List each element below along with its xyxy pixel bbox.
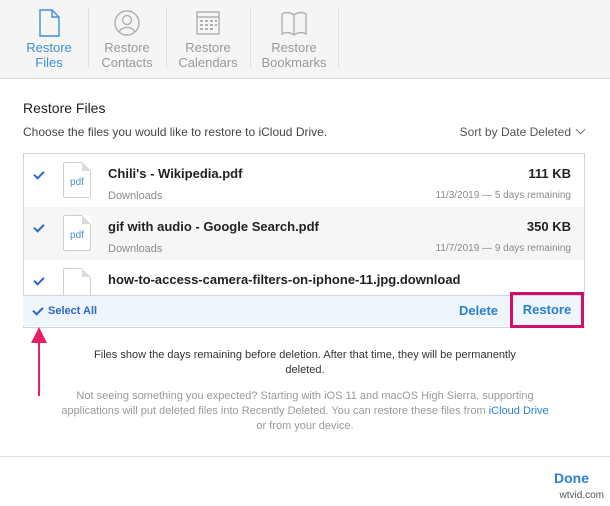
sort-dropdown[interactable]: Sort by Date Deleted bbox=[459, 124, 586, 139]
section-title: Restore Files bbox=[23, 100, 106, 116]
file-row[interactable]: pdf gif with audio - Google Search.pdf 3… bbox=[24, 207, 584, 260]
file-name: Chili's - Wikipedia.pdf bbox=[108, 166, 243, 181]
file-extension: pdf bbox=[70, 230, 84, 241]
file-deleted-date: 11/3/2019 — 5 days remaining bbox=[435, 190, 571, 201]
tab-restore-calendars[interactable]: Restore Calendars bbox=[166, 0, 250, 78]
done-button[interactable]: Done bbox=[554, 470, 589, 486]
chevron-down-icon bbox=[575, 124, 586, 135]
file-deleted-date: 11/7/2019 — 9 days remaining bbox=[435, 243, 571, 254]
watermark: wtvid.com bbox=[559, 490, 604, 501]
icloud-drive-link[interactable]: iCloud Drive bbox=[489, 405, 549, 417]
calendar-icon bbox=[196, 11, 220, 35]
delete-button[interactable]: Delete bbox=[459, 303, 498, 318]
retention-note: Files show the days remaining before del… bbox=[94, 349, 516, 376]
tab-separator bbox=[338, 8, 339, 68]
file-size: 111 KB bbox=[528, 166, 571, 181]
divider bbox=[0, 456, 610, 457]
checkbox-icon[interactable] bbox=[33, 222, 45, 234]
pdf-file-icon: pdf bbox=[63, 162, 91, 198]
file-row[interactable]: pdf Chili's - Wikipedia.pdf 111 KB Downl… bbox=[24, 154, 584, 207]
tab-label: Contacts bbox=[101, 55, 153, 70]
checkbox-icon[interactable] bbox=[33, 169, 45, 181]
tab-restore-contacts[interactable]: Restore Contacts bbox=[88, 0, 166, 78]
tab-label: Restore bbox=[104, 40, 150, 55]
tab-restore-files[interactable]: Restore Files bbox=[10, 0, 88, 78]
tab-label: Restore bbox=[26, 40, 72, 55]
selection-action-bar: Select All Delete Restore bbox=[23, 292, 585, 328]
help-note-text: Not seeing something you expected? Start… bbox=[61, 390, 534, 417]
pdf-file-icon: pdf bbox=[63, 215, 91, 251]
select-all-checkbox-icon[interactable] bbox=[32, 305, 44, 317]
checkbox-icon[interactable] bbox=[33, 275, 45, 287]
help-note: Not seeing something you expected? Start… bbox=[60, 389, 550, 434]
file-size: 350 KB bbox=[526, 219, 571, 234]
file-location: Downloads bbox=[108, 190, 163, 202]
file-name: gif with audio - Google Search.pdf bbox=[108, 219, 319, 234]
document-icon bbox=[39, 9, 60, 37]
select-all-label[interactable]: Select All bbox=[48, 305, 97, 317]
sort-label: Sort by Date Deleted bbox=[459, 125, 571, 139]
restore-button[interactable]: Restore bbox=[510, 292, 584, 328]
tab-label: Files bbox=[35, 55, 63, 70]
annotation-arrow bbox=[38, 340, 40, 396]
file-extension: pdf bbox=[70, 177, 84, 188]
section-subtitle: Choose the files you would like to resto… bbox=[23, 125, 328, 139]
tab-label: Restore bbox=[271, 40, 317, 55]
tab-restore-bookmarks[interactable]: Restore Bookmarks bbox=[250, 0, 338, 78]
tab-label: Bookmarks bbox=[261, 55, 327, 70]
contact-icon bbox=[114, 10, 140, 36]
restore-tab-bar: Restore Files Restore Contacts Restore Cale… bbox=[0, 0, 610, 79]
file-location: Downloads bbox=[108, 243, 163, 255]
tab-label: Restore bbox=[185, 40, 231, 55]
help-note-text: or from your device. bbox=[256, 420, 354, 432]
file-name: how-to-access-camera-filters-on-iphone-1… bbox=[108, 272, 461, 287]
tab-label: Calendars bbox=[178, 55, 238, 70]
book-icon bbox=[281, 11, 307, 36]
